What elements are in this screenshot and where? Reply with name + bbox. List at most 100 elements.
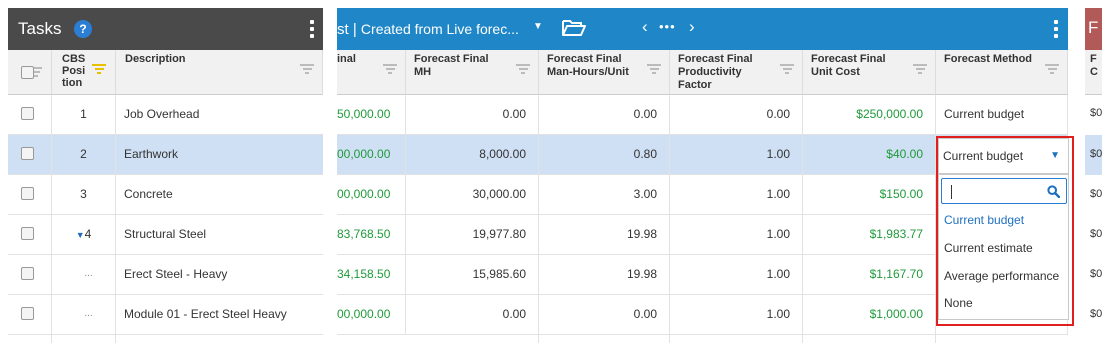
right-panel-cell: $0: [1090, 107, 1102, 119]
filter-active-icon[interactable]: [92, 64, 106, 74]
task-row[interactable]: 1 Job Overhead: [8, 95, 323, 135]
forecast-unit-cost-cell[interactable]: $250,000.00: [803, 95, 936, 135]
right-panel-cell: $0: [1090, 148, 1102, 160]
task-row[interactable]: ... Module 01 - Erect Steel Heavy: [8, 295, 323, 335]
cbs-position-header[interactable]: CBS Posi tion: [52, 50, 116, 95]
forecast-mh-cell[interactable]: 0.00: [406, 295, 539, 335]
row-checkbox[interactable]: [21, 267, 34, 280]
view-title[interactable]: st | Created from Live forec...: [337, 19, 519, 40]
forecast-productivity-cell[interactable]: 1.00: [670, 295, 803, 335]
filter-icon[interactable]: [647, 64, 661, 76]
forecast-unit-cost-cell[interactable]: $1,167.70: [803, 255, 936, 295]
forecast-final-productivity-factor-header[interactable]: Forecast Final Productivity Factor: [670, 50, 803, 95]
forecast-productivity-cell[interactable]: 0.00: [670, 95, 803, 135]
filter-icon[interactable]: [1045, 64, 1059, 76]
next-view-icon[interactable]: ›: [689, 17, 695, 37]
folder-open-icon[interactable]: [562, 19, 586, 40]
forecast-final-unit-cost-header[interactable]: Forecast Final Unit Cost: [803, 50, 936, 95]
expand-toggle-icon[interactable]: ▼: [76, 230, 85, 240]
forecast-unit-cost-cell[interactable]: $1,983.77: [803, 215, 936, 255]
right-panel-column-header: F C: [1085, 50, 1102, 95]
task-row[interactable]: 2 Earthwork: [8, 135, 323, 175]
cbs-position: 3: [80, 187, 87, 201]
forecast-productivity-cell[interactable]: 1.00: [670, 175, 803, 215]
row-checkbox[interactable]: [21, 107, 34, 120]
forecast-mh-unit-cell[interactable]: 19.98: [539, 255, 670, 295]
task-row[interactable]: ... Erect Steel - Heavy: [8, 255, 323, 295]
tasks-panel-header: Tasks ?: [8, 8, 323, 50]
forecast-mh-unit-cell[interactable]: 3.00: [539, 175, 670, 215]
task-row[interactable]: 3 Concrete: [8, 175, 323, 215]
forecast-final-cell[interactable]: 00,000.00: [337, 295, 406, 335]
task-description: Structural Steel: [124, 227, 207, 241]
task-description: Module 01 - Erect Steel Heavy: [124, 307, 287, 321]
help-icon[interactable]: ?: [74, 20, 92, 38]
forecast-mh-unit-cell[interactable]: 19.98: [539, 215, 670, 255]
filter-icon[interactable]: [913, 64, 927, 76]
forecast-final-cell[interactable]: 00,000.00: [337, 135, 406, 175]
cbs-position: 1: [80, 107, 87, 121]
forecast-unit-cost-cell[interactable]: $150.00: [803, 175, 936, 215]
task-row-partial: [8, 335, 323, 343]
view-dots-icon[interactable]: •••: [659, 17, 676, 37]
forecast-final-man-hours-unit-header[interactable]: Forecast Final Man-Hours/Unit: [539, 50, 670, 95]
select-all-filter-icon[interactable]: [34, 67, 42, 77]
forecast-mh-cell[interactable]: 15,985.60: [406, 255, 539, 295]
tasks-menu-icon[interactable]: [310, 20, 314, 41]
forecast-panel-header: st | Created from Live forec... ▼ ‹ ••• …: [337, 8, 1068, 50]
forecast-mh-unit-cell[interactable]: 0.00: [539, 95, 670, 135]
row-checkbox[interactable]: [21, 187, 34, 200]
right-panel-header: F: [1085, 8, 1102, 50]
task-description: Job Overhead: [124, 107, 200, 121]
select-all-checkbox[interactable]: [21, 66, 34, 79]
forecast-final-cell[interactable]: 50,000.00: [337, 95, 406, 135]
forecast-productivity-cell[interactable]: 1.00: [670, 135, 803, 175]
filter-icon[interactable]: [383, 64, 397, 76]
filter-icon[interactable]: [516, 64, 530, 76]
forecast-mh-cell[interactable]: 19,977.80: [406, 215, 539, 255]
forecast-method-cell[interactable]: Current budget: [936, 95, 1068, 135]
task-description: Erect Steel - Heavy: [124, 267, 228, 281]
cbs-position: ...: [84, 308, 93, 319]
right-panel-title: F: [1088, 18, 1099, 37]
row-checkbox[interactable]: [21, 307, 34, 320]
forecast-row-partial: [337, 335, 1068, 343]
cbs-position: 2: [80, 147, 87, 161]
right-panel-cell: $0: [1090, 268, 1102, 280]
task-row[interactable]: ▼4 Structural Steel: [8, 215, 323, 255]
forecast-final-cell[interactable]: 34,158.50: [337, 255, 406, 295]
forecast-mh-cell[interactable]: 30,000.00: [406, 175, 539, 215]
tasks-panel-title: Tasks: [18, 19, 62, 38]
task-description: Earthwork: [124, 147, 179, 161]
row-checkbox[interactable]: [21, 227, 34, 240]
forecast-final-header[interactable]: inal: [337, 50, 406, 95]
forecast-unit-cost-cell[interactable]: $40.00: [803, 135, 936, 175]
forecast-unit-cost-cell[interactable]: $1,000.00: [803, 295, 936, 335]
forecast-mh-cell[interactable]: 0.00: [406, 95, 539, 135]
filter-icon[interactable]: [780, 64, 794, 76]
forecast-menu-icon[interactable]: [1054, 20, 1058, 41]
row-checkbox[interactable]: [21, 147, 34, 160]
select-all-header: [8, 50, 52, 95]
forecast-mh-unit-cell[interactable]: 0.80: [539, 135, 670, 175]
forecast-method-header[interactable]: Forecast Method: [936, 50, 1068, 95]
previous-view-icon[interactable]: ‹: [642, 17, 648, 37]
right-panel-cell: $0: [1090, 228, 1102, 240]
description-header[interactable]: Description: [116, 50, 323, 95]
forecast-mh-cell[interactable]: 8,000.00: [406, 135, 539, 175]
description-filter-icon[interactable]: [300, 64, 314, 76]
right-panel-cell: $0: [1090, 188, 1102, 200]
cbs-position: 4: [84, 227, 92, 241]
forecast-row[interactable]: 50,000.00 0.00 0.00 0.00 $250,000.00 Cur…: [337, 95, 1068, 135]
right-panel-cell: $0: [1090, 308, 1102, 320]
highlight-box: [936, 136, 1074, 326]
view-dropdown-arrow-icon[interactable]: ▼: [533, 21, 543, 32]
forecast-productivity-cell[interactable]: 1.00: [670, 255, 803, 295]
forecast-mh-unit-cell[interactable]: 0.00: [539, 295, 670, 335]
forecast-final-mh-header[interactable]: Forecast Final MH: [406, 50, 539, 95]
forecast-final-cell[interactable]: 00,000.00: [337, 175, 406, 215]
cbs-position: ...: [84, 268, 93, 279]
forecast-final-cell[interactable]: 83,768.50: [337, 215, 406, 255]
forecast-productivity-cell[interactable]: 1.00: [670, 215, 803, 255]
task-description: Concrete: [124, 187, 173, 201]
